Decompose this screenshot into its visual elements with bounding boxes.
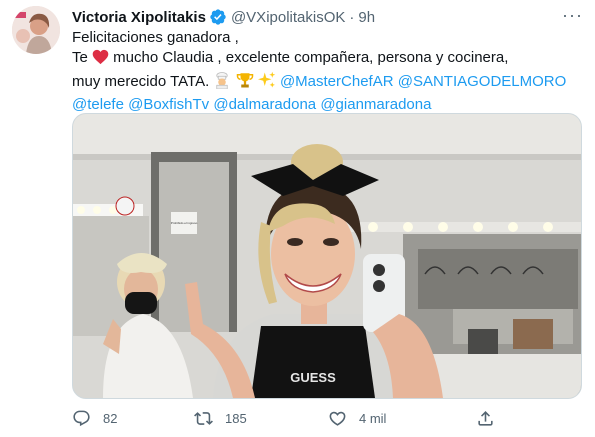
author-name[interactable]: Victoria Xipolitakis <box>72 9 206 26</box>
retweet-icon <box>194 411 213 425</box>
sparkles-icon <box>257 71 276 95</box>
selfie-photo: Prohibido el ingreso GUESS <box>73 114 581 398</box>
tweet-text: Felicitaciones ganadora , Te mucho Claud… <box>72 28 582 115</box>
reply-button[interactable]: 82 <box>72 404 117 432</box>
tweet-line-2-end: mucho Claudia , excelente compañera, per… <box>109 49 509 66</box>
mention-link[interactable]: @BoxfishTv <box>128 96 209 113</box>
tweet-line-2: Te mucho Claudia , excelente compañera, … <box>72 48 582 71</box>
more-options-icon[interactable]: ··· <box>562 5 583 26</box>
author-handle[interactable]: @VXipolitakisOK <box>231 9 345 26</box>
mention-link[interactable]: @SANTIAGODELMORO <box>398 73 567 90</box>
tweet-line-3: muy merecido TATA. @MasterChefAR @SANTIA… <box>72 71 582 95</box>
share-button[interactable] <box>476 404 507 432</box>
mention-link[interactable]: @telefe <box>72 96 124 113</box>
verified-badge-icon <box>209 8 227 26</box>
mention-link[interactable]: @dalmaradona <box>213 96 316 113</box>
avatar-image <box>12 6 60 54</box>
tweet-media-photo[interactable]: Prohibido el ingreso GUESS <box>72 113 582 399</box>
tweet-actions: 82 185 4 mil <box>72 404 582 432</box>
tweet-line-3-start: muy merecido TATA. <box>72 73 214 90</box>
reply-icon <box>73 410 90 426</box>
avatar[interactable] <box>12 6 60 54</box>
tweet-line-1: Felicitaciones ganadora , <box>72 29 239 46</box>
like-button[interactable]: 4 mil <box>328 404 386 432</box>
tweet-line-2-start: Te <box>72 49 88 66</box>
cook-icon <box>213 71 231 95</box>
share-icon <box>478 410 493 426</box>
retweet-count: 185 <box>225 410 247 426</box>
heart-icon <box>329 411 346 426</box>
tweet-line-4: @telefe @BoxfishTv @dalmaradona @gianmar… <box>72 95 582 115</box>
timestamp[interactable]: 9h <box>358 9 375 26</box>
red-heart-icon <box>92 49 109 71</box>
reply-count: 82 <box>103 410 118 426</box>
tweet-header: Victoria Xipolitakis @VXipolitakisOK · 9… <box>72 5 583 27</box>
mention-link[interactable]: @gianmaradona <box>320 96 431 113</box>
like-count: 4 mil <box>359 410 387 426</box>
separator-dot: · <box>349 8 355 26</box>
door-sign-text: Prohibido el ingreso <box>171 221 198 225</box>
shirt-logo-text: GUESS <box>290 370 336 385</box>
retweet-button[interactable]: 185 <box>194 404 247 432</box>
mention-link[interactable]: @MasterChefAR <box>280 73 394 90</box>
trophy-icon <box>236 71 254 95</box>
face-mask <box>125 292 157 314</box>
